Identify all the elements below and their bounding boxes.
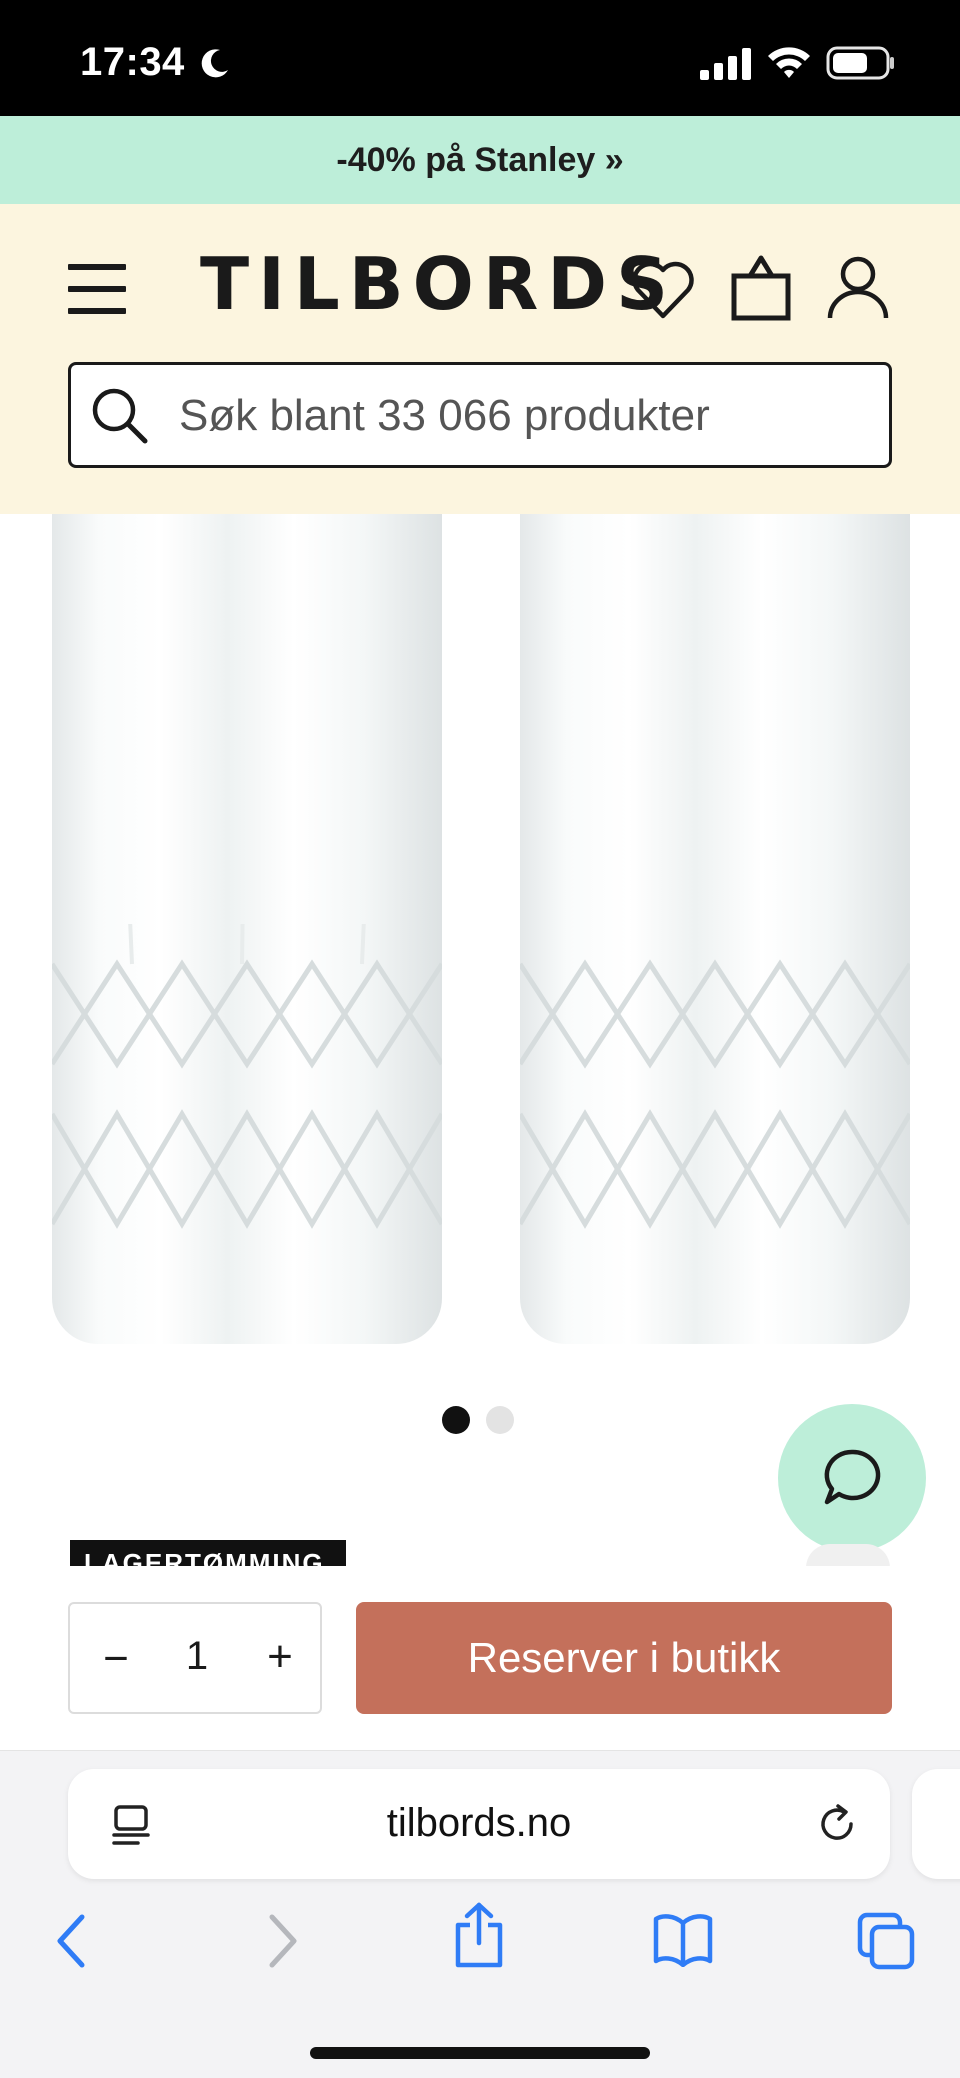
status-time: 17:34	[80, 40, 185, 84]
browser-toolbar: tilbords.no	[0, 1750, 960, 2078]
reload-icon[interactable]	[816, 1803, 858, 1845]
product-badge-text: LAGERTØMMING	[84, 1548, 325, 1566]
reserve-in-store-button[interactable]: Reserver i butikk	[356, 1602, 892, 1714]
product-image-gallery[interactable]	[0, 514, 960, 1564]
search-input[interactable]: Søk blant 33 066 produkter	[68, 362, 892, 468]
product-image-glass-left	[52, 514, 442, 1344]
bookmarks-icon[interactable]	[652, 1911, 714, 1967]
carousel-dot-active[interactable]	[442, 1406, 470, 1434]
product-image-glass-right	[520, 514, 910, 1344]
account-icon[interactable]	[826, 254, 890, 320]
battery-icon	[826, 46, 894, 80]
search-icon	[92, 388, 148, 444]
quantity-value[interactable]: 1	[170, 1634, 224, 1679]
cart-icon[interactable]	[730, 252, 792, 322]
address-bar[interactable]: tilbords.no	[68, 1769, 890, 1879]
chat-bubble-icon	[824, 1449, 881, 1505]
purchase-bar: − 1 + Reserver i butikk	[0, 1566, 960, 1750]
status-bar: 17:34	[0, 0, 960, 116]
site-logo[interactable]: TILBORDS	[200, 242, 677, 326]
menu-icon[interactable]	[68, 264, 126, 314]
site-header: TILBORDS Søk blant 33 066 produkter	[0, 204, 960, 514]
promo-banner[interactable]: -40% på Stanley »	[0, 116, 960, 204]
url-text: tilbords.no	[386, 1801, 572, 1845]
quantity-increase-button[interactable]: +	[260, 1632, 300, 1682]
search-placeholder: Søk blant 33 066 produkter	[179, 391, 710, 440]
home-indicator	[310, 2047, 650, 2059]
wishlist-button-partial[interactable]	[806, 1544, 890, 1568]
product-badge: LAGERTØMMING	[70, 1540, 346, 1566]
tabs-icon[interactable]	[856, 1911, 916, 1971]
heart-icon[interactable]	[630, 260, 696, 320]
forward-icon[interactable]	[262, 1911, 302, 1971]
wifi-icon	[768, 47, 810, 78]
moon-icon	[201, 49, 228, 78]
promo-text: -40% på Stanley »	[336, 140, 624, 179]
back-icon[interactable]	[52, 1911, 92, 1971]
signal-icon	[700, 48, 751, 80]
carousel-dot[interactable]	[486, 1406, 514, 1434]
quantity-decrease-button[interactable]: −	[96, 1634, 136, 1684]
next-tab-preview[interactable]	[912, 1769, 960, 1879]
chat-button[interactable]	[778, 1404, 926, 1552]
quantity-stepper: − 1 +	[68, 1602, 322, 1714]
share-icon[interactable]	[452, 1901, 506, 1971]
